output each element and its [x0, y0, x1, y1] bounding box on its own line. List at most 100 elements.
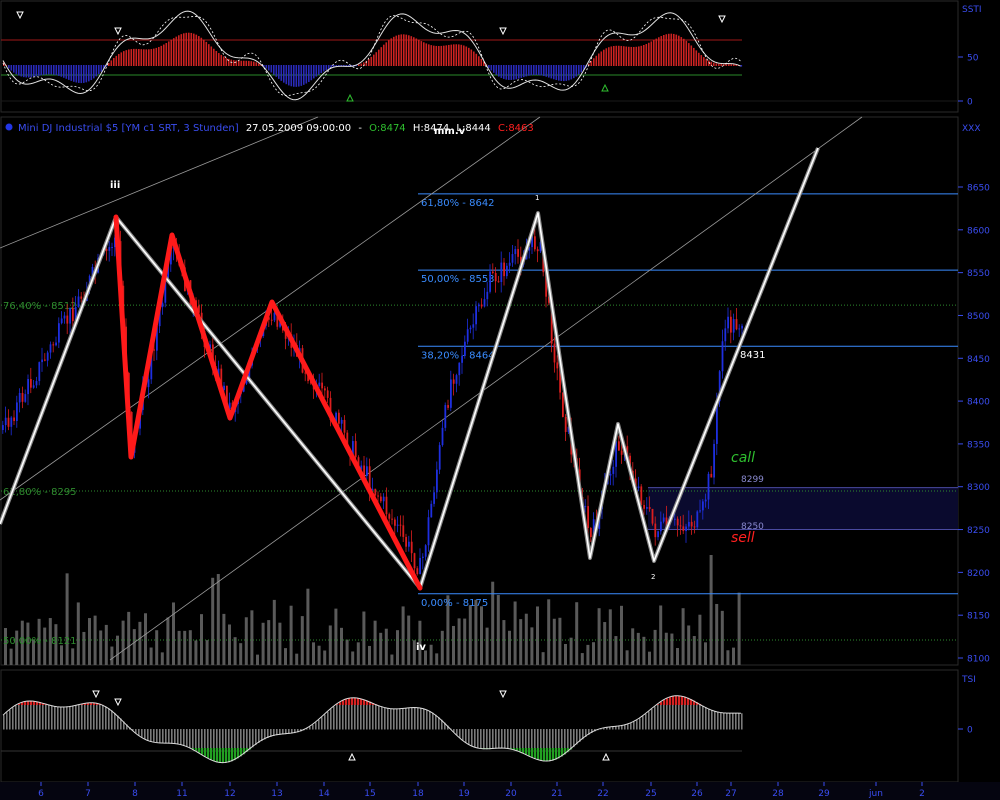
- ssti-histogram-bar: [463, 45, 465, 66]
- ssti-histogram-bar: [53, 65, 55, 75]
- ssti-histogram-bar: [98, 65, 100, 75]
- tsi-histogram-bar: [738, 713, 740, 730]
- candle-body: [380, 496, 382, 502]
- candle-body: [447, 405, 449, 408]
- tsi-histogram-bar: [87, 703, 89, 730]
- ssti-histogram-bar: [373, 54, 375, 66]
- tsi-histogram-bar: [252, 729, 254, 748]
- ssti-histogram-bar: [378, 49, 380, 66]
- time-tick-label: 6: [38, 789, 44, 799]
- tsi-histogram-bar: [492, 729, 494, 750]
- ssti-histogram-bar: [480, 58, 483, 66]
- volume-bar: [256, 654, 259, 665]
- tsi-histogram-bar: [483, 729, 485, 750]
- ssti-histogram-bar: [558, 65, 560, 81]
- ssti-histogram-bar: [380, 47, 383, 66]
- ssti-histogram-bar: [523, 65, 525, 78]
- ssti-histogram-bar: [610, 46, 613, 66]
- ssti-histogram-bar: [635, 46, 638, 66]
- ssti-histogram-bar: [178, 35, 180, 66]
- candle-body: [618, 441, 620, 451]
- volume-bar: [104, 624, 108, 665]
- tsi-histogram-bar: [432, 712, 434, 730]
- tsi-histogram-bar: [711, 709, 713, 730]
- ssti-histogram-bar: [385, 42, 388, 66]
- ssti-histogram-bar: [110, 60, 113, 66]
- tsi-highlight-red: [672, 696, 675, 705]
- bottom-indicator-label: TSI: [961, 675, 976, 685]
- instrument-name: Mini DJ Industrial $5 [YM c1 SRT, 3 Stun…: [18, 123, 239, 134]
- tsi-histogram-bar: [705, 707, 707, 730]
- time-tick-label: 13: [271, 789, 282, 799]
- tsi-histogram-bar: [486, 729, 488, 750]
- candle-body: [693, 526, 696, 528]
- candle-body: [374, 488, 377, 496]
- volume-bar: [401, 606, 405, 665]
- ssti-histogram-bar: [730, 64, 733, 66]
- ssti-histogram-bar: [213, 48, 215, 66]
- ssti-histogram-bar: [410, 36, 413, 66]
- tsi-histogram-bar: [153, 729, 155, 743]
- price-tick-label: 8100: [967, 655, 990, 665]
- volume-bar: [726, 650, 730, 665]
- ssti-histogram-bar: [183, 33, 185, 66]
- candle-body: [508, 262, 511, 266]
- volume-bar: [228, 624, 231, 665]
- chart-root: 61,80% - 8642 50,00% - 8553 38,20% - 8464 0…: [0, 0, 1000, 800]
- volume-bar: [648, 651, 651, 665]
- ssti-histogram-bar: [65, 65, 68, 79]
- volume-bar: [676, 648, 679, 665]
- ssti-histogram-bar: [438, 46, 440, 66]
- tsi-histogram-bar: [72, 706, 74, 730]
- ssti-histogram-bar: [45, 65, 48, 75]
- tsi-histogram-bar: [516, 729, 518, 751]
- candle-body: [483, 299, 486, 307]
- tsi-histogram-bar: [489, 729, 491, 750]
- ssti-histogram-bar: [243, 60, 245, 66]
- ssti-histogram-bar: [573, 65, 575, 79]
- header-close: C:8463: [498, 123, 534, 134]
- ssti-histogram-bar: [130, 49, 133, 66]
- price-axis-label: XXX: [962, 124, 981, 134]
- candle-body: [111, 246, 113, 248]
- candle-body: [438, 445, 441, 470]
- ssti-histogram-bar: [193, 33, 195, 66]
- tsi-histogram-bar: [150, 729, 152, 742]
- tsi-histogram-bar: [42, 703, 44, 730]
- tsi-histogram-bar: [465, 729, 467, 743]
- tsi-highlight-red: [351, 697, 354, 705]
- candle-body: [27, 379, 29, 395]
- tsi-histogram-bar: [147, 729, 149, 741]
- ssti-histogram-bar: [433, 45, 435, 66]
- ssti-histogram-bar: [295, 65, 298, 87]
- ssti-histogram-bar: [578, 65, 580, 75]
- volume-bar: [480, 606, 483, 665]
- tsi-histogram-bar: [66, 706, 68, 730]
- volume-bar: [76, 602, 80, 665]
- candle-body: [553, 343, 556, 363]
- tsi-highlight-green: [525, 748, 528, 755]
- volume-bar: [88, 618, 91, 665]
- ssti-histogram-bar: [475, 53, 478, 66]
- ssti-histogram-bar: [390, 38, 393, 66]
- volume-bar: [177, 630, 181, 665]
- tsi-histogram-bar: [327, 711, 329, 730]
- tsi-histogram-bar: [33, 701, 35, 730]
- wave-label-iii: iii: [110, 180, 120, 191]
- candle-body: [452, 379, 455, 384]
- tsi-histogram-bar: [189, 729, 191, 749]
- ssti-histogram-bar: [625, 46, 628, 66]
- candle-body: [643, 504, 645, 509]
- ssti-histogram-bar: [240, 60, 243, 66]
- volume-bar: [368, 645, 371, 665]
- ssti-histogram-bar: [205, 41, 208, 66]
- ssti-histogram-bar: [20, 65, 23, 77]
- tsi-histogram-bar: [399, 708, 401, 730]
- candle-body: [385, 496, 388, 515]
- volume-bar: [681, 608, 685, 665]
- ssti-histogram-bar: [500, 65, 503, 78]
- volume-bar: [127, 611, 131, 665]
- candle-body: [707, 473, 710, 500]
- ssti-histogram-bar: [663, 34, 665, 66]
- ssti-histogram-bar: [83, 65, 85, 83]
